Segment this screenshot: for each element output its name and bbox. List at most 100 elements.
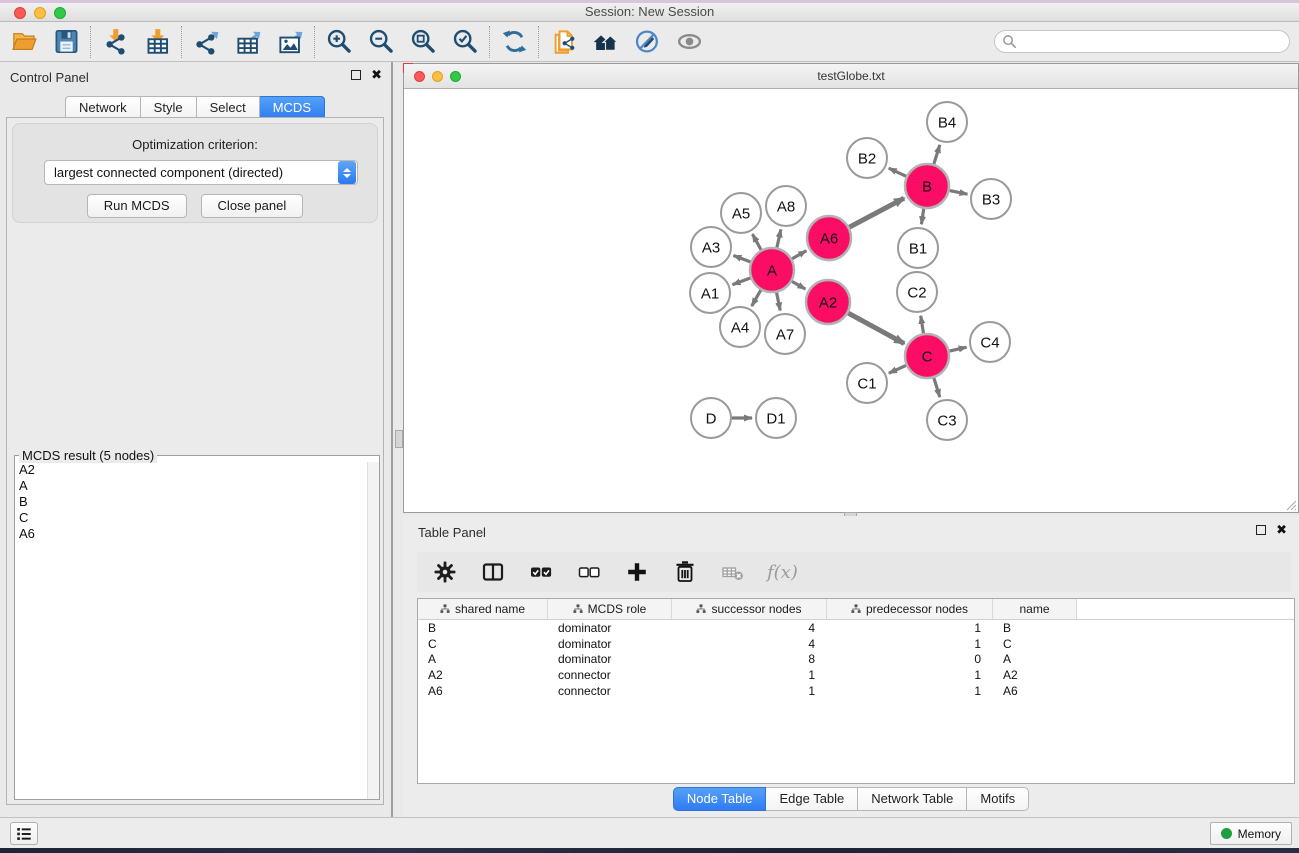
graph-node-A5[interactable]: A5 [721,193,761,233]
mcds-result-item[interactable]: A6 [15,526,367,542]
table-cell: A2 [993,668,1077,682]
import-table-button[interactable] [141,26,173,58]
clone-network-button[interactable] [547,26,579,58]
graph-node-B1[interactable]: B1 [898,228,938,268]
graph-node-D1[interactable]: D1 [756,398,796,438]
show-hide-panels-button[interactable] [673,26,705,58]
graph-node-C[interactable]: C [905,334,949,378]
select-all-button[interactable] [527,558,555,586]
panel-split-grip[interactable] [395,430,403,448]
graph-node-B2[interactable]: B2 [847,138,887,178]
column-header-successor-nodes[interactable]: successor nodes [672,599,827,619]
mcds-result-list[interactable]: A2ABCA6 [15,462,367,799]
export-image-button[interactable] [274,26,306,58]
graph-edge-A-A2[interactable] [792,281,805,289]
graph-edge-A-A3[interactable] [733,255,750,261]
column-header-name[interactable]: name [993,599,1077,619]
network-window-titlebar[interactable]: testGlobe.txt [404,64,1298,89]
close-panel-button[interactable]: Close panel [201,194,304,218]
table-row[interactable]: Bdominator41B [418,620,1294,636]
graph-node-C1[interactable]: C1 [847,363,887,403]
graph-node-A1[interactable]: A1 [690,273,730,313]
graph-node-A[interactable]: A [750,248,794,292]
close-panel-icon[interactable]: ✖ [371,70,382,80]
save-session-button[interactable] [50,26,82,58]
graph-node-A7[interactable]: A7 [765,314,805,354]
run-mcds-button[interactable]: Run MCDS [87,194,187,218]
tab-node-table[interactable]: Node Table [673,787,767,811]
float-panel-icon[interactable] [351,70,361,80]
tab-motifs[interactable]: Motifs [967,787,1029,811]
graph-node-D[interactable]: D [691,398,731,438]
add-column-button[interactable] [623,558,651,586]
mcds-result-item[interactable]: C [15,510,367,526]
open-session-button[interactable] [8,26,40,58]
table-row[interactable]: Cdominator41C [418,636,1294,652]
zoom-selected-button[interactable] [449,26,481,58]
zoom-in-button[interactable] [323,26,355,58]
mcds-result-item[interactable]: A2 [15,462,367,478]
settings-button[interactable] [431,558,459,586]
graph-edge-B-B3[interactable] [950,191,968,195]
export-network-button[interactable] [190,26,222,58]
graph-edge-C-C2[interactable] [921,316,924,334]
table-row[interactable]: A6connector11A6 [418,683,1294,699]
graph-edge-B-B2[interactable] [889,168,906,176]
graph-edge-C-C1[interactable] [889,365,906,373]
graph-edge-B-B4[interactable] [934,145,940,164]
optimization-criterion-value: largest connected component (directed) [45,165,338,180]
graph-edge-A-A4[interactable] [752,290,761,306]
graph-node-A8[interactable]: A8 [766,186,806,226]
graph-node-C4[interactable]: C4 [970,322,1010,362]
mcds-result-item[interactable]: A [15,478,367,494]
graph-edge-A-A7[interactable] [777,293,781,311]
float-table-panel-icon[interactable] [1256,525,1266,535]
graph-node-A2[interactable]: A2 [806,280,850,324]
panel-split-divider[interactable] [391,62,393,817]
graph-node-A4[interactable]: A4 [720,307,760,347]
delete-column-button[interactable] [671,558,699,586]
graph-edge-A-A5[interactable] [752,234,761,250]
graph-edge-B-B1[interactable] [921,209,923,224]
deselect-all-button[interactable] [575,558,603,586]
graph-edge-C-C4[interactable] [949,347,966,351]
refresh-view-button[interactable] [498,26,530,58]
tab-network-table[interactable]: Network Table [858,787,967,811]
window-resize-grip[interactable] [1283,497,1297,511]
column-header-MCDS-role[interactable]: MCDS role [548,599,672,619]
table-row[interactable]: Adominator80A [418,652,1294,668]
column-header-shared-name[interactable]: shared name [418,599,548,619]
graph-node-A6[interactable]: A6 [807,216,851,260]
svg-text:A2: A2 [819,295,837,312]
graph-edge-A-A8[interactable] [777,229,781,247]
column-header-predecessor-nodes[interactable]: predecessor nodes [827,599,993,619]
toggle-panel-columns-button[interactable] [479,558,507,586]
mcds-result-item[interactable]: B [15,494,367,510]
graph-node-B3[interactable]: B3 [971,179,1011,219]
table-row[interactable]: A2connector11A2 [418,667,1294,683]
toggle-graphics-details-button[interactable] [631,26,663,58]
mcds-result-scrollbar[interactable] [367,462,379,799]
optimization-criterion-select[interactable]: largest connected component (directed) [44,160,358,185]
graph-node-C3[interactable]: C3 [927,400,967,440]
close-table-panel-icon[interactable]: ✖ [1276,525,1287,535]
graph-edge-C-C3[interactable] [934,378,940,397]
graph-edge-A6-B[interactable] [849,198,904,227]
graph-node-B[interactable]: B [905,164,949,208]
import-network-button[interactable] [99,26,131,58]
export-table-button[interactable] [232,26,264,58]
zoom-fit-button[interactable] [407,26,439,58]
graph-node-A3[interactable]: A3 [691,227,731,267]
search-input[interactable] [994,30,1290,53]
graph-edge-A-A1[interactable] [733,278,751,285]
graph-edge-A2-C[interactable] [848,313,904,344]
tab-edge-table[interactable]: Edge Table [766,787,858,811]
graph-node-B4[interactable]: B4 [927,102,967,142]
memory-button[interactable]: Memory [1210,822,1292,845]
network-canvas[interactable]: B4 B2 B B3 A5A8A6 B1 A3 A A1 C2 A2 A4A7 C4 C C1 C3 D D1 [404,89,1298,512]
home-button[interactable] [589,26,621,58]
task-history-button[interactable] [10,822,38,845]
zoom-out-button[interactable] [365,26,397,58]
graph-node-C2[interactable]: C2 [897,272,937,312]
graph-edge-A-A6[interactable] [792,251,806,259]
